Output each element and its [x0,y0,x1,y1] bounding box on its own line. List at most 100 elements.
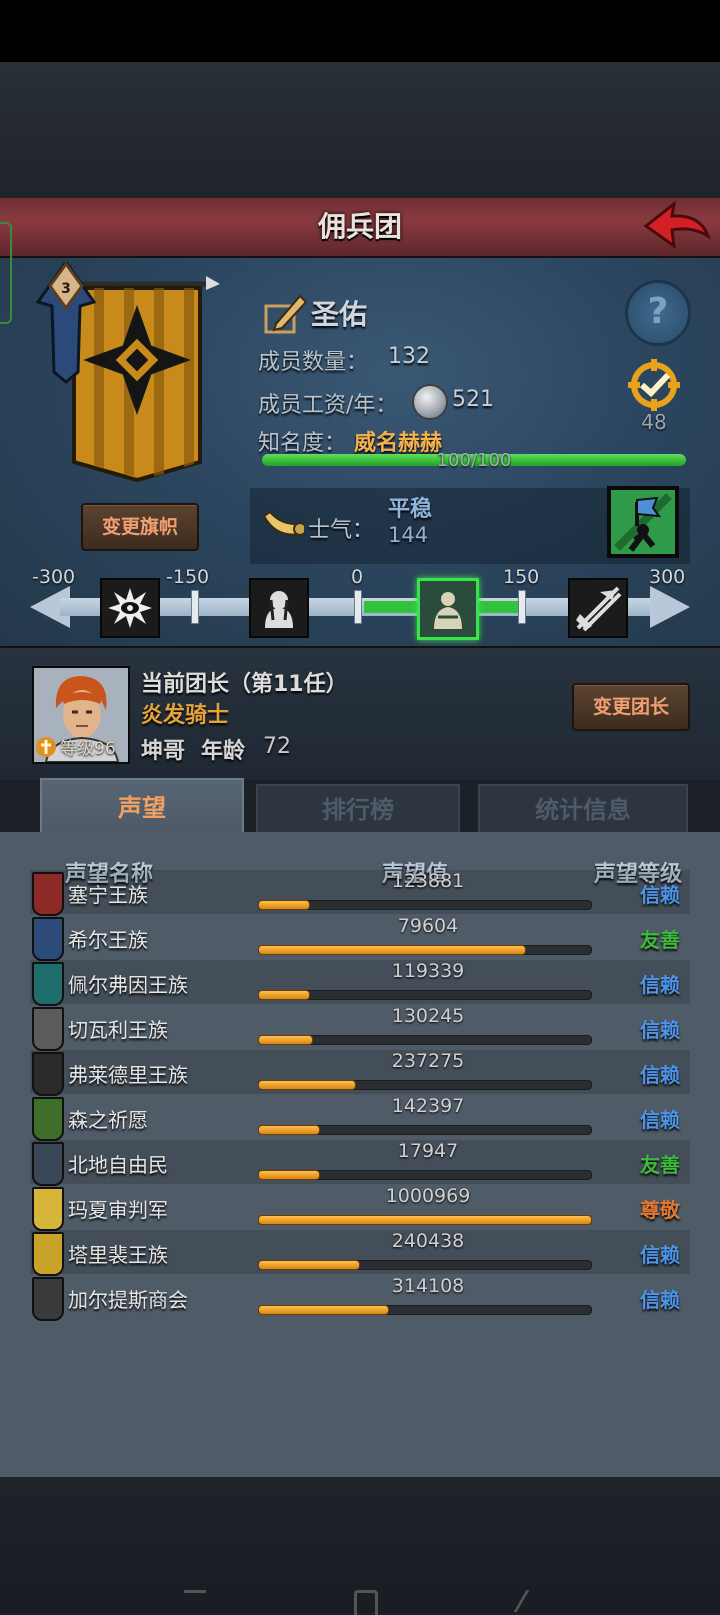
reputation-rank: 信赖 [640,1108,680,1132]
nav-home-icon[interactable] [354,1590,378,1615]
faction-crest-icon [32,1097,64,1141]
scale-tick [518,590,526,624]
faction-name: 希尔王族 [68,928,148,952]
tab-leaderboard[interactable]: 排行榜 [256,784,460,836]
troop-banner-icon: 3 [35,262,220,483]
reputation-value: 314108 [391,1275,465,1297]
reputation-rank: 友善 [640,928,680,952]
list-item[interactable]: 加尔提斯商会 314108 信赖 [30,1275,690,1321]
scale-tick [354,590,362,624]
banner-level-badge: 3 [61,281,71,297]
faction-crest-icon [32,962,64,1006]
faction-crest-icon [32,1052,64,1096]
list-item[interactable]: 切瓦利王族 130245 信赖 [30,1005,690,1051]
target-value: 48 [641,410,667,434]
change-leader-button[interactable]: 变更团长 [572,683,690,731]
faction-name: 玛夏审判军 [68,1198,168,1222]
faction-crest-icon [32,1142,64,1186]
faction-crest-icon [32,1232,64,1276]
list-item[interactable]: 弗莱德里王族 237275 信赖 [30,1050,690,1096]
status-bar-area [0,0,720,62]
tab-statistics[interactable]: 统计信息 [478,784,688,836]
reputation-value: 142397 [391,1095,465,1117]
faction-name: 塔里裴王族 [68,1243,168,1267]
leader-title: 当前团长（第11任） [141,672,348,697]
leader-level: 等级96 [60,739,116,759]
faction-name: 加尔提斯商会 [68,1288,188,1312]
reputation-value: 237275 [391,1050,465,1072]
reputation-bar-fill [258,1080,357,1090]
edit-pen-icon[interactable] [264,290,308,334]
help-icon[interactable]: ? [625,280,691,346]
reputation-bar-fill [258,1305,390,1315]
reputation-bar-fill [258,1125,320,1135]
morale-inspired-icon [568,578,628,638]
fame-progress-text: 100/100 [436,450,512,471]
list-item[interactable]: 森之祈愿 142397 信赖 [30,1095,690,1141]
list-item[interactable]: 塔里裴王族 240438 信赖 [30,1230,690,1276]
change-banner-button[interactable]: 变更旗帜 [81,503,199,551]
wage-value: 521 [452,387,494,412]
reputation-value: 123881 [391,870,465,892]
list-item[interactable]: 希尔王族 79604 友善 [30,915,690,961]
scale-tick-label: 300 [649,566,686,588]
morale-flag-icon[interactable] [607,486,679,558]
reputation-value: 17947 [397,1140,459,1162]
reputation-value: 119339 [391,960,465,982]
morale-value: 144 [388,523,429,547]
faction-crest-icon [32,1007,64,1051]
leader-name: 坤哥 [141,739,186,764]
faction-name: 北地自由民 [68,1153,168,1177]
side-tab[interactable] [0,222,12,324]
reputation-value: 240438 [391,1230,465,1252]
reputation-rank: 友善 [640,1153,680,1177]
members-value: 132 [388,344,430,369]
page-title: 佣兵团 [317,210,402,243]
tab-reputation[interactable]: 声望 [40,778,244,836]
faction-crest-icon [32,917,64,961]
morale-state: 平稳 [388,497,433,522]
silver-coin-icon [412,384,448,420]
morale-label: 士气： [308,518,375,543]
faction-crest-icon [32,1277,64,1321]
reputation-bar-fill [258,1170,320,1180]
wage-label: 成员工资/年： [258,393,398,418]
members-label: 成员数量： [258,350,369,375]
troop-name: 圣佑 [311,298,368,331]
reputation-bar-fill [258,1215,592,1225]
scale-tick-label: 0 [351,566,364,588]
reputation-rank: 信赖 [640,1018,680,1042]
faction-name: 切瓦利王族 [68,1018,168,1042]
reputation-value: 79604 [397,915,459,937]
reputation-value: 130245 [391,1005,465,1027]
level-icon [36,737,56,757]
list-item[interactable]: 北地自由民 17947 友善 [30,1140,690,1186]
scale-tick-label: 150 [503,566,540,588]
scale-right-arrow [650,586,690,628]
faction-crest-icon [32,1187,64,1231]
reputation-rank: 信赖 [640,1243,680,1267]
leader-age-label: 年龄 [201,739,246,764]
morale-panic-icon [100,578,160,638]
scale-tick-label: -300 [32,566,76,588]
list-item[interactable]: 塞宁王族 123881 信赖 [30,870,690,916]
nav-menu-icon[interactable] [184,1590,206,1615]
faction-name: 弗莱德里王族 [68,1063,188,1087]
list-item[interactable]: 佩尔弗因王族 119339 信赖 [30,960,690,1006]
leader-class: 炎发骑士 [141,703,230,728]
reputation-rank: 尊敬 [640,1198,680,1222]
scale-tick-label: -150 [166,566,210,588]
target-check-icon[interactable] [622,357,686,413]
reputation-value: 1000969 [385,1185,471,1207]
reputation-bar-fill [258,945,526,955]
morale-fear-icon [249,578,309,638]
reputation-bar-fill [258,1260,360,1270]
list-item[interactable]: 玛夏审判军 1000969 尊敬 [30,1185,690,1231]
faction-name: 森之祈愿 [68,1108,148,1132]
reputation-rank: 信赖 [640,1063,680,1087]
back-arrow-icon[interactable] [640,200,712,252]
reputation-bar-fill [258,900,310,910]
reputation-rank: 信赖 [640,883,680,907]
leader-age: 72 [263,734,291,759]
scale-tick [191,590,199,624]
